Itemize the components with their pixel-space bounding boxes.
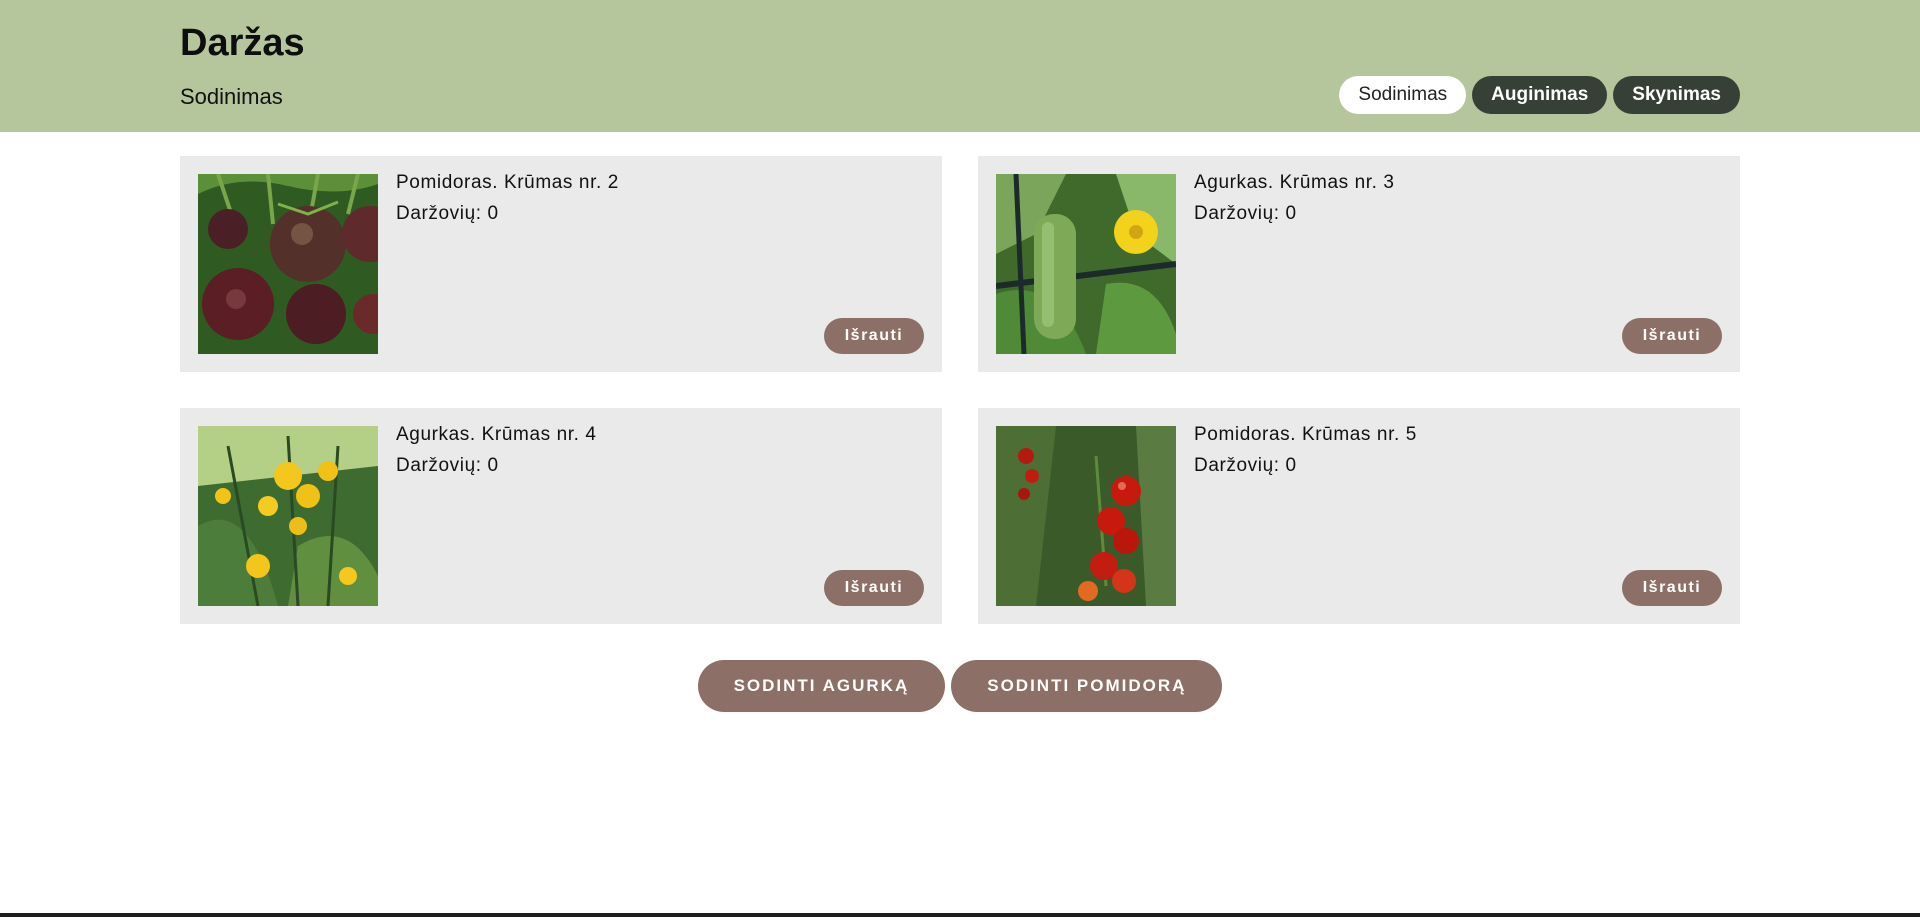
plant-title: Agurkas. Krūmas nr. 3 <box>1194 172 1395 193</box>
plant-card: Pomidoras. Krūmas nr. 5 Daržovių: 0 Išra… <box>978 408 1740 624</box>
pull-out-button[interactable]: Išrauti <box>1622 318 1722 354</box>
vegetable-count: Daržovių: 0 <box>396 203 499 224</box>
pull-out-button[interactable]: Išrauti <box>1622 570 1722 606</box>
nav-sodinimas[interactable]: Sodinimas <box>1339 76 1467 114</box>
plant-card: Pomidoras. Krūmas nr. 2 Daržovių: 0 Išra… <box>180 156 942 372</box>
plant-title: Pomidoras. Krūmas nr. 5 <box>1194 424 1417 445</box>
vegetable-count: Daržovių: 0 <box>1194 455 1297 476</box>
nav-auginimas[interactable]: Auginimas <box>1472 76 1608 114</box>
plant-cucumber-button[interactable]: SODINTI AGURKĄ <box>697 660 946 712</box>
window-bottom-edge <box>0 913 1920 917</box>
vegetable-count: Daržovių: 0 <box>1194 203 1297 224</box>
pull-out-button[interactable]: Išrauti <box>824 318 924 354</box>
garden-page: Daržas Sodinimas Sodinimas Auginimas Sky… <box>0 0 1920 917</box>
vegetable-count: Daržovių: 0 <box>396 455 499 476</box>
page-subtitle: Sodinimas <box>180 84 283 109</box>
cherry-tomato-photo <box>996 426 1176 606</box>
cucumber-flowers-photo <box>198 426 378 606</box>
plant-title: Agurkas. Krūmas nr. 4 <box>396 424 597 445</box>
plant-tomato-button[interactable]: SODINTI POMIDORĄ <box>951 660 1223 712</box>
plant-title: Pomidoras. Krūmas nr. 2 <box>396 172 619 193</box>
plant-card: Agurkas. Krūmas nr. 4 Daržovių: 0 Išraut… <box>180 408 942 624</box>
app-header: Daržas Sodinimas Sodinimas Auginimas Sky… <box>0 0 1920 132</box>
plant-actions: SODINTI AGURKĄ SODINTI POMIDORĄ <box>0 660 1920 712</box>
brand-title: Daržas <box>180 22 305 64</box>
pull-out-button[interactable]: Išrauti <box>824 570 924 606</box>
nav-skynimas[interactable]: Skynimas <box>1613 76 1740 114</box>
dark-tomato-photo <box>198 174 378 354</box>
cucumber-photo <box>996 174 1176 354</box>
plant-card: Agurkas. Krūmas nr. 3 Daržovių: 0 Išraut… <box>978 156 1740 372</box>
main-nav: Sodinimas Auginimas Skynimas <box>1339 76 1740 114</box>
